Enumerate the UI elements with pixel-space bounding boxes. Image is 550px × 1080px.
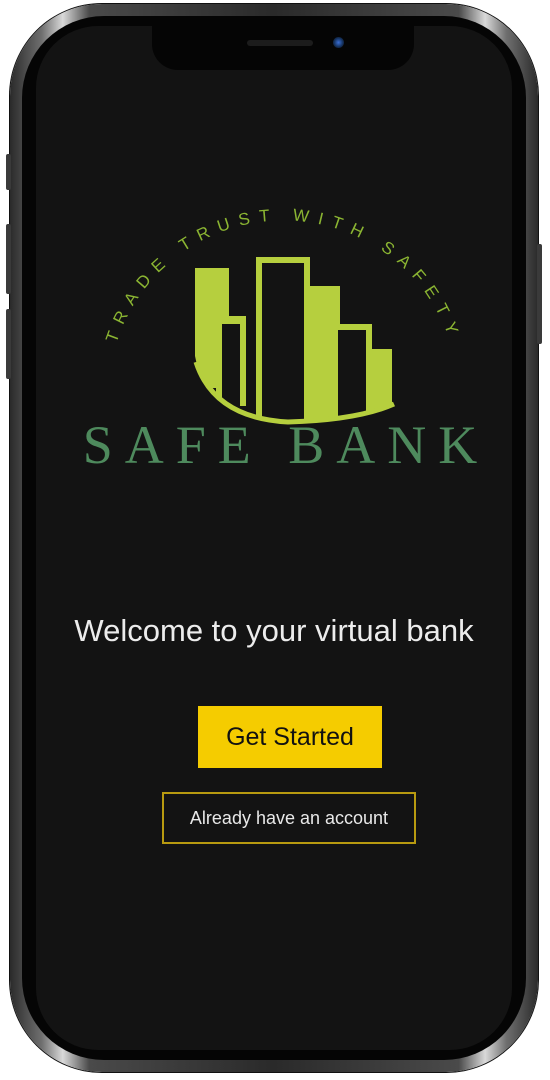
get-started-button[interactable]: Get Started [198, 706, 382, 768]
volume-down-button [6, 309, 11, 379]
notch [152, 26, 414, 70]
power-button [537, 244, 542, 344]
brand-name: SAFE BANK [82, 415, 490, 475]
mute-switch [6, 154, 11, 190]
welcome-message: Welcome to your virtual bank [74, 613, 474, 648]
brand-logo: TRADE TRUST WITH SAFETY SAFE BANK [56, 156, 512, 506]
phone-frame: TRADE TRUST WITH SAFETY SAFE BANK Welcom… [6, 4, 542, 1072]
app-screen: TRADE TRUST WITH SAFETY SAFE BANK Welcom… [36, 26, 512, 1050]
front-camera-icon [333, 37, 344, 48]
volume-up-button [6, 224, 11, 294]
login-button[interactable]: Already have an account [162, 792, 416, 844]
speaker-grille [247, 40, 313, 46]
